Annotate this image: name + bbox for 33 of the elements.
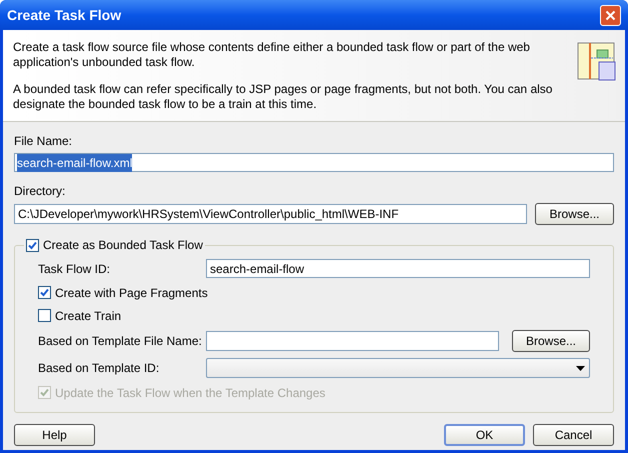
field-label: Directory: (14, 183, 66, 200)
button[interactable]: Help (14, 424, 95, 446)
button[interactable]: OK (444, 424, 525, 446)
file-name-field[interactable]: search-email-flow.xml (14, 153, 614, 172)
field-label: Based on Template ID: (38, 360, 160, 377)
field-label: File Name: (14, 133, 74, 150)
template-file-field[interactable] (206, 331, 499, 351)
task-flow-icon (577, 42, 617, 82)
checkbox[interactable] (26, 238, 39, 252)
button[interactable]: Browse... (512, 330, 590, 352)
checkbox-label: Create with Page Fragments (55, 284, 208, 302)
field-label: Based on Template File Name: (38, 333, 203, 350)
button[interactable]: Cancel (533, 424, 614, 446)
directory-field[interactable]: C:\JDeveloper\mywork\HRSystem\ViewController\public_html\WEB-INF (14, 204, 527, 224)
checkbox-label: Create Train (55, 308, 122, 324)
button[interactable]: Browse... (535, 203, 614, 225)
checkbox[interactable] (38, 286, 51, 299)
checkmark-icon (40, 388, 49, 397)
task-flow-id-field[interactable]: search-email-flow (206, 259, 590, 278)
field-label: Task Flow ID: (38, 260, 112, 278)
template-id-dropdown[interactable] (206, 358, 590, 378)
description-text: Create a task flow source file whose contents define either a bounded task flow or part of the web application's unbounded task flow. (13, 40, 531, 70)
close-button[interactable] (600, 4, 621, 26)
field-value: search-email-flow.xml (17, 154, 132, 172)
checkbox-label: Update the Task Flow when the Template Changes (55, 384, 326, 402)
checkbox-label: Create as Bounded Task Flow (43, 237, 203, 254)
checkbox[interactable] (38, 309, 51, 322)
checkmark-icon (40, 288, 49, 297)
checkmark-icon (28, 240, 37, 250)
dropdown-arrow-icon (576, 366, 585, 370)
close-icon (605, 10, 616, 20)
description-text: A bounded task flow can refer specifically to JSP pages or page fragments, but not both. You can also designate the bounded task flow to be a train at this time. (13, 82, 553, 112)
window-title: Create Task Flow (7, 6, 122, 24)
